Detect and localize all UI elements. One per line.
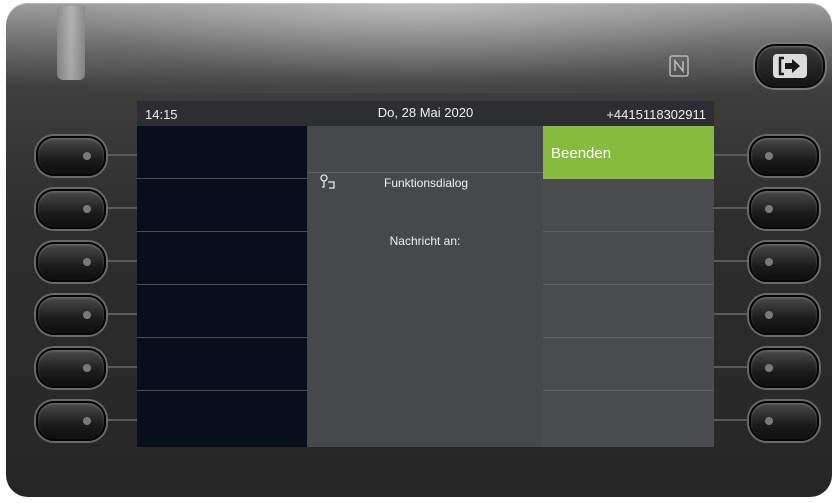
exit-button[interactable] [755,44,825,88]
key-led [765,205,773,213]
key-led [765,152,773,160]
left-softkey-slot-4[interactable] [137,285,307,338]
key-led [765,364,773,372]
left-softkey-panel [137,126,307,447]
key-led [83,205,91,213]
left-side-key-2[interactable] [36,189,106,229]
exit-icon [778,56,800,76]
left-side-key-3[interactable] [36,242,106,282]
center-divider [307,172,543,173]
left-key-line-2 [104,207,137,209]
key-led [83,364,91,372]
left-softkey-slot-2[interactable] [137,179,307,232]
left-softkey-slot-3[interactable] [137,232,307,285]
left-side-key-6[interactable] [36,401,106,441]
key-led [83,152,91,160]
softkey-end-label: Beenden [551,145,612,162]
status-bar: 14:15 Do, 28 Mai 2020 +4415118302911 [137,101,714,126]
function-dialog-icon [320,174,335,189]
right-softkey-slot-5[interactable] [543,338,714,391]
right-softkey-slot-6[interactable] [543,391,714,444]
right-key-line-6 [714,419,750,421]
right-softkey-panel: Beenden [543,126,714,447]
device-sheen [6,3,832,93]
right-side-key-6[interactable] [749,401,819,441]
right-side-key-3[interactable] [749,242,819,282]
handset-cradle [57,6,85,80]
left-key-line-6 [104,419,137,421]
key-led [83,417,91,425]
right-key-line-3 [714,260,750,262]
left-key-line-4 [104,313,137,315]
left-softkey-slot-6[interactable] [137,391,307,444]
left-key-line-5 [104,366,137,368]
key-led [83,311,91,319]
nfc-icon [669,55,689,77]
message-to-label: Nachricht an: [389,234,461,248]
dialog-title: Funktionsdialog [384,176,469,190]
right-key-line-4 [714,313,750,315]
right-softkey-slot-4[interactable] [543,285,714,338]
left-key-line-1 [104,154,137,156]
right-key-line-1 [714,154,750,156]
key-led [765,311,773,319]
left-key-line-3 [104,260,137,262]
right-side-key-1[interactable] [749,136,819,176]
left-softkey-slot-5[interactable] [137,338,307,391]
display-screen: 14:15 Do, 28 Mai 2020 +4415118302911 Fun… [137,101,714,447]
right-key-line-2 [714,207,750,209]
softkey-end[interactable]: Beenden [543,126,714,179]
right-side-key-5[interactable] [749,348,819,388]
key-led [765,258,773,266]
status-phone-number: +4415118302911 [606,107,706,122]
exit-key-face [773,54,807,78]
key-led [765,417,773,425]
right-softkey-slot-3[interactable] [543,232,714,285]
left-side-key-4[interactable] [36,295,106,335]
right-softkey-slot-2[interactable] [543,179,714,232]
left-side-key-5[interactable] [36,348,106,388]
right-side-key-4[interactable] [749,295,819,335]
right-side-key-2[interactable] [749,189,819,229]
center-panel: Funktionsdialog Nachricht an: [307,126,543,447]
right-key-line-5 [714,366,750,368]
key-led [83,258,91,266]
left-side-key-1[interactable] [36,136,106,176]
left-softkey-slot-1[interactable] [137,126,307,179]
